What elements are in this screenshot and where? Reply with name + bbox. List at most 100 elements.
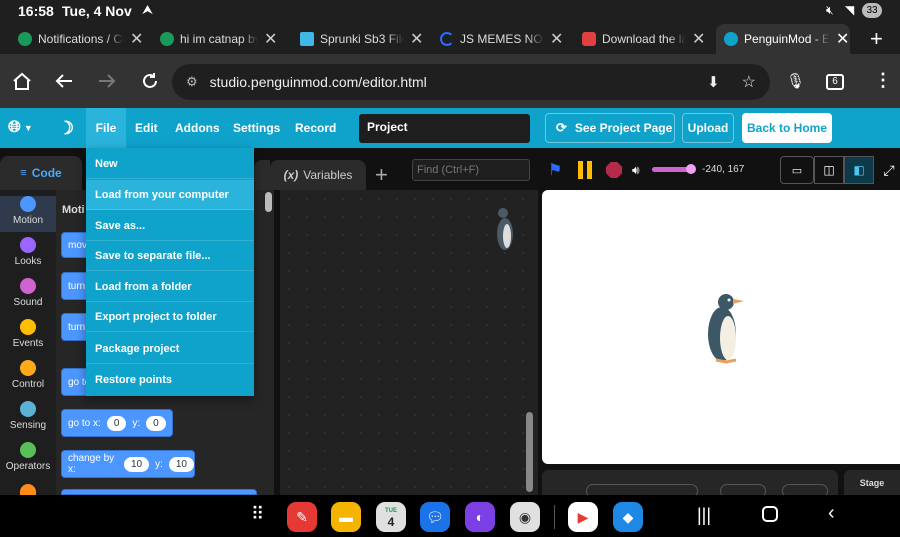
menu-item-load-folder[interactable]: Load from a folder: [86, 272, 254, 302]
back-icon[interactable]: [55, 73, 73, 89]
tab-title: Download the latest: [602, 32, 686, 46]
category-label: Operators: [5, 461, 51, 472]
find-input[interactable]: [412, 159, 530, 181]
recents-icon[interactable]: |||: [697, 505, 711, 526]
roblox-app-icon[interactable]: ◆: [613, 502, 643, 532]
back-to-home-button[interactable]: Back to Home: [742, 113, 832, 143]
forward-icon[interactable]: [98, 73, 116, 89]
menu-item-new[interactable]: New: [86, 149, 254, 179]
close-icon[interactable]: ✕: [692, 29, 705, 49]
close-icon[interactable]: ✕: [410, 29, 423, 49]
green-flag-icon[interactable]: ⚑: [548, 160, 562, 180]
y-change-input[interactable]: 10: [168, 456, 194, 472]
stage-selector[interactable]: Stage: [844, 470, 900, 495]
close-icon[interactable]: ✕: [836, 29, 849, 49]
install-app-icon[interactable]: ⬇: [707, 73, 720, 91]
tab-variables[interactable]: (x) Variables: [270, 160, 366, 190]
browser-tab-3[interactable]: Sprunki Sb3 File Pa ✕: [300, 24, 428, 54]
block-change-by-xy[interactable]: change by x: 10 y: 10: [61, 450, 195, 478]
large-stage-button[interactable]: ◧: [844, 156, 874, 184]
calendar-app-icon[interactable]: TUE 4: [376, 502, 406, 532]
menu-file[interactable]: File: [86, 108, 126, 148]
upload-button[interactable]: Upload: [682, 113, 734, 143]
volume-slider-thumb[interactable]: [686, 164, 696, 174]
tab-title: hi im catnap by Ca: [180, 32, 258, 46]
menu-addons[interactable]: Addons: [175, 108, 220, 148]
microphone-icon[interactable]: 🎙︎: [786, 72, 805, 90]
block-label: change by x:: [68, 453, 115, 475]
home-nav-icon[interactable]: [762, 506, 778, 522]
menu-record[interactable]: Record: [295, 108, 336, 148]
category-events[interactable]: Events: [0, 319, 56, 349]
volume-slider[interactable]: [652, 164, 696, 174]
pause-bar: [578, 161, 583, 179]
menu-item-restore-points[interactable]: Restore points: [86, 365, 254, 395]
close-icon[interactable]: ✕: [130, 29, 143, 49]
workspace-scrollbar[interactable]: [526, 412, 533, 492]
penguin-sprite[interactable]: [702, 292, 748, 364]
calendar-day: 4: [387, 515, 395, 529]
bookmark-star-icon[interactable]: ☆: [742, 72, 756, 92]
category-sound[interactable]: Sound: [0, 278, 56, 308]
menu-item-save-as[interactable]: Save as...: [86, 211, 254, 241]
small-stage-button[interactable]: ◫: [814, 156, 844, 184]
block-go-to-xy[interactable]: go to x: 0 y: 0: [61, 409, 173, 437]
camera-app-icon[interactable]: ◉: [510, 502, 540, 532]
add-tab-icon[interactable]: +: [375, 162, 388, 188]
close-icon[interactable]: ✕: [550, 29, 563, 49]
globe-icon: 🌐︎: [8, 119, 21, 136]
browser-tab-2[interactable]: hi im catnap by Ca ✕: [160, 24, 288, 54]
y-value-input[interactable]: 0: [146, 415, 166, 431]
messages-app-icon[interactable]: 💬︎: [420, 502, 450, 532]
address-bar[interactable]: ⚙ studio.penguinmod.com/editor.html ⬇ ☆: [172, 64, 770, 100]
tab-code[interactable]: ≡ Code: [0, 156, 82, 190]
category-motion[interactable]: Motion: [0, 196, 56, 232]
theme-toggle-moon-icon[interactable]: ☽: [58, 108, 74, 148]
category-label: Looks: [14, 256, 42, 267]
x-value-input[interactable]: 0: [106, 415, 127, 431]
language-menu[interactable]: 🌐︎ ▼: [8, 108, 33, 148]
block-label: y:: [132, 417, 141, 429]
site-settings-icon[interactable]: ⚙: [186, 74, 198, 90]
category-dot: [20, 401, 36, 417]
see-project-page-button[interactable]: ⟳ See Project Page: [545, 113, 675, 143]
browser-tab-4[interactable]: JS MEMES NORMAL ✕: [440, 24, 568, 54]
pause-icon[interactable]: [576, 161, 594, 179]
category-operators[interactable]: Operators: [0, 442, 56, 472]
browser-tab-1[interactable]: Notifications / Coc ✕: [18, 24, 158, 54]
category-looks[interactable]: Looks: [0, 237, 56, 267]
menu-item-load-from-computer[interactable]: Load from your computer: [86, 180, 254, 210]
category-variables-dot[interactable]: [20, 484, 36, 495]
close-icon[interactable]: ✕: [264, 29, 277, 49]
overflow-menu-icon[interactable]: ⋮: [874, 70, 892, 91]
volume-icon[interactable]: 🔊︎: [632, 163, 640, 178]
reload-icon[interactable]: [141, 72, 159, 90]
new-tab-icon[interactable]: +: [870, 26, 883, 52]
fullscreen-icon[interactable]: ⤢: [878, 156, 900, 184]
palette-scrollbar[interactable]: [265, 192, 272, 212]
category-sensing[interactable]: Sensing: [0, 401, 56, 431]
internet-app-icon[interactable]: ◐: [465, 502, 495, 532]
home-icon[interactable]: [12, 72, 32, 90]
console-button[interactable]: ▭: [780, 156, 814, 184]
menu-settings[interactable]: Settings: [233, 108, 280, 148]
back-nav-icon[interactable]: ‹: [828, 502, 835, 525]
browser-tab-5[interactable]: Download the latest ✕: [582, 24, 710, 54]
project-title-input[interactable]: Project: [359, 114, 530, 143]
apps-grid-icon[interactable]: ⠿: [251, 504, 264, 525]
menu-item-export-folder[interactable]: Export project to folder: [86, 302, 254, 332]
menu-item-package-project[interactable]: Package project: [86, 334, 254, 364]
category-control[interactable]: Control: [0, 360, 56, 390]
menu-item-save-separate[interactable]: Save to separate file...: [86, 241, 254, 271]
tab-count-button[interactable]: 6: [826, 74, 844, 90]
youtube-app-icon[interactable]: ▶: [568, 502, 598, 532]
notes-app-icon[interactable]: ✎: [287, 502, 317, 532]
tab-favicon: [300, 32, 314, 46]
tab-costumes[interactable]: [254, 160, 270, 190]
stop-icon[interactable]: [606, 162, 622, 178]
files-app-icon[interactable]: ▬: [331, 502, 361, 532]
category-dot: [20, 196, 36, 212]
menu-edit[interactable]: Edit: [135, 108, 158, 148]
browser-tab-6-active[interactable]: PenguinMod - Edito ✕: [716, 24, 850, 54]
x-change-input[interactable]: 10: [123, 456, 150, 472]
